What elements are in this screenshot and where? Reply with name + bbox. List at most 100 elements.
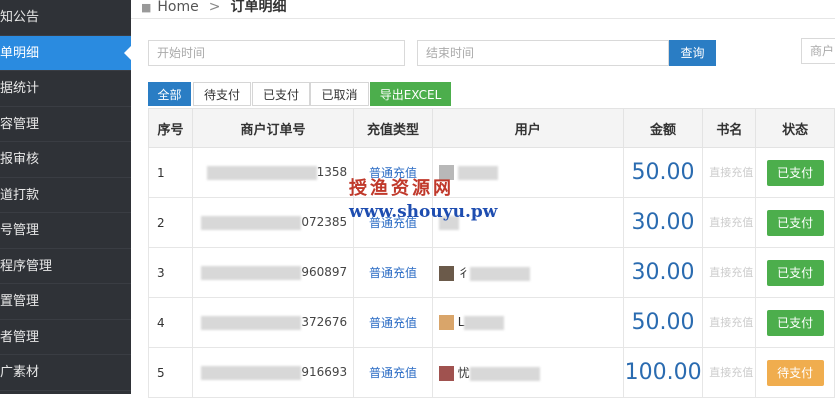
redacted-block bbox=[469, 366, 540, 381]
sidebar-item-order-detail[interactable]: 单明细 bbox=[0, 35, 131, 71]
avatar bbox=[438, 315, 454, 330]
search-button[interactable]: 查询 bbox=[669, 40, 716, 66]
export-excel-button[interactable]: 导出EXCEL bbox=[370, 82, 451, 106]
row-status: 已支付 bbox=[755, 247, 835, 298]
row-user: L bbox=[431, 297, 624, 348]
row-seq: 5 bbox=[148, 347, 193, 398]
row-user: 忧 bbox=[431, 347, 624, 398]
order-id-suffix: 916693 bbox=[301, 365, 348, 380]
redacted-block bbox=[206, 165, 317, 180]
tab-pending[interactable]: 待支付 bbox=[193, 82, 251, 106]
row-type: 普通充值 bbox=[353, 197, 433, 248]
row-seq: 2 bbox=[148, 197, 193, 248]
user-name: 彳 bbox=[457, 266, 470, 280]
sidebar-item-payout[interactable]: 道打款 bbox=[0, 178, 131, 213]
order-id-suffix: 372676 bbox=[301, 315, 348, 330]
status-badge[interactable]: 已支付 bbox=[766, 309, 824, 336]
col-header-book: 书名 bbox=[702, 108, 757, 148]
sidebar-item-statistics[interactable]: 据统计 bbox=[0, 71, 131, 107]
sidebar-item-users[interactable]: 者管理 bbox=[0, 320, 131, 355]
start-time-input[interactable]: 开始时间 bbox=[148, 40, 405, 66]
status-badge[interactable]: 已支付 bbox=[766, 159, 824, 186]
col-header-user: 用户 bbox=[431, 108, 624, 148]
row-order-id: 372676 bbox=[191, 297, 355, 348]
row-type: 普通充值 bbox=[353, 297, 433, 348]
row-book: 直接充值 bbox=[702, 297, 757, 348]
redacted-block bbox=[201, 315, 302, 330]
row-status: 已支付 bbox=[755, 297, 835, 348]
col-header-order: 商户订单号 bbox=[191, 108, 355, 148]
status-badge[interactable]: 待支付 bbox=[766, 359, 824, 386]
sidebar-item-settings[interactable]: 置管理 bbox=[0, 284, 131, 320]
redacted-block bbox=[469, 266, 530, 281]
tab-cancelled[interactable]: 已取消 bbox=[310, 82, 369, 106]
tab-paid[interactable]: 已支付 bbox=[252, 82, 310, 106]
tab-all[interactable]: 全部 bbox=[148, 82, 191, 106]
row-order-id: 072385 bbox=[191, 197, 355, 248]
row-type: 普通充值 bbox=[353, 347, 433, 398]
row-type: 普通充值 bbox=[353, 247, 433, 298]
sidebar-item-materials[interactable]: 广素材 bbox=[0, 355, 131, 391]
table-header-row: 序号 商户订单号 充值类型 用户 金额 书名 状态 bbox=[148, 108, 835, 148]
row-book: 直接充值 bbox=[702, 247, 757, 298]
row-user bbox=[431, 147, 624, 198]
sidebar: 知公告 单明细 据统计 容管理 报审核 道打款 号管理 程序管理 置管理 者管理… bbox=[0, 0, 131, 394]
row-order-id: 960897 bbox=[191, 247, 355, 298]
home-icon: ■ bbox=[141, 1, 152, 14]
row-status: 待支付 bbox=[755, 347, 835, 398]
sidebar-item-content[interactable]: 容管理 bbox=[0, 107, 131, 142]
status-badge[interactable]: 已支付 bbox=[766, 259, 824, 286]
avatar bbox=[438, 266, 454, 281]
breadcrumb-current: 订单明细 bbox=[230, 0, 287, 15]
sidebar-item-notice[interactable]: 知公告 bbox=[0, 0, 131, 36]
row-book: 直接充值 bbox=[702, 147, 757, 198]
main-content: ■ Home > 订单明细 开始时间 结束时间 查询 商户 全部 待支付 已支付 已取… bbox=[131, 0, 835, 398]
redacted-block bbox=[201, 265, 302, 280]
col-header-seq: 序号 bbox=[148, 108, 193, 148]
col-header-status: 状态 bbox=[755, 108, 835, 148]
order-table: 序号 商户订单号 充值类型 用户 金额 书名 状态 1 1358 普通充值 50… bbox=[148, 108, 835, 398]
avatar bbox=[438, 165, 454, 180]
breadcrumb-home[interactable]: Home bbox=[157, 0, 198, 15]
row-amount: 30.00 bbox=[622, 247, 704, 298]
avatar bbox=[438, 366, 454, 381]
order-id-suffix: 072385 bbox=[301, 215, 348, 230]
breadcrumb: ■ Home > 订单明细 bbox=[131, 0, 835, 19]
sidebar-item-miniprogram[interactable]: 程序管理 bbox=[0, 249, 131, 284]
row-amount: 30.00 bbox=[622, 197, 704, 248]
col-header-amount: 金额 bbox=[622, 108, 704, 148]
row-order-id: 916693 bbox=[191, 347, 355, 398]
table-row: 4 372676 普通充值 L 50.00 直接充值 已支付 bbox=[148, 297, 835, 348]
row-amount: 50.00 bbox=[622, 297, 704, 348]
redacted-block bbox=[201, 365, 302, 380]
end-time-input[interactable]: 结束时间 bbox=[417, 40, 669, 66]
row-type: 普通充值 bbox=[353, 147, 433, 198]
table-row: 2 072385 普通充值 30.00 直接充值 已支付 bbox=[148, 197, 835, 248]
table-row: 5 916693 普通充值 忧 100.00 直接充值 待支付 bbox=[148, 347, 835, 398]
row-book: 直接充值 bbox=[702, 347, 757, 398]
row-user: 彳 bbox=[431, 247, 624, 298]
table-row: 3 960897 普通充值 彳 30.00 直接充值 已支付 bbox=[148, 247, 835, 298]
row-book: 直接充值 bbox=[702, 197, 757, 248]
row-amount: 100.00 bbox=[622, 347, 704, 398]
redacted-block bbox=[201, 215, 302, 230]
row-status: 已支付 bbox=[755, 147, 835, 198]
merchant-input[interactable]: 商户 bbox=[801, 38, 835, 64]
status-badge[interactable]: 已支付 bbox=[766, 209, 824, 236]
row-status: 已支付 bbox=[755, 197, 835, 248]
redacted-block bbox=[457, 165, 498, 180]
row-seq: 4 bbox=[148, 297, 193, 348]
order-id-suffix: 1358 bbox=[316, 165, 348, 180]
table-row: 1 1358 普通充值 50.00 直接充值 已支付 bbox=[148, 147, 835, 198]
redacted-block bbox=[464, 315, 505, 330]
row-seq: 1 bbox=[148, 147, 193, 198]
user-name: 忧 bbox=[457, 366, 470, 380]
sidebar-item-review[interactable]: 报审核 bbox=[0, 142, 131, 178]
order-id-suffix: 960897 bbox=[301, 265, 348, 280]
row-order-id: 1358 bbox=[191, 147, 355, 198]
col-header-type: 充值类型 bbox=[353, 108, 433, 148]
redacted-block bbox=[438, 215, 459, 230]
sidebar-item-accounts[interactable]: 号管理 bbox=[0, 213, 131, 249]
row-seq: 3 bbox=[148, 247, 193, 298]
row-user bbox=[431, 197, 624, 248]
